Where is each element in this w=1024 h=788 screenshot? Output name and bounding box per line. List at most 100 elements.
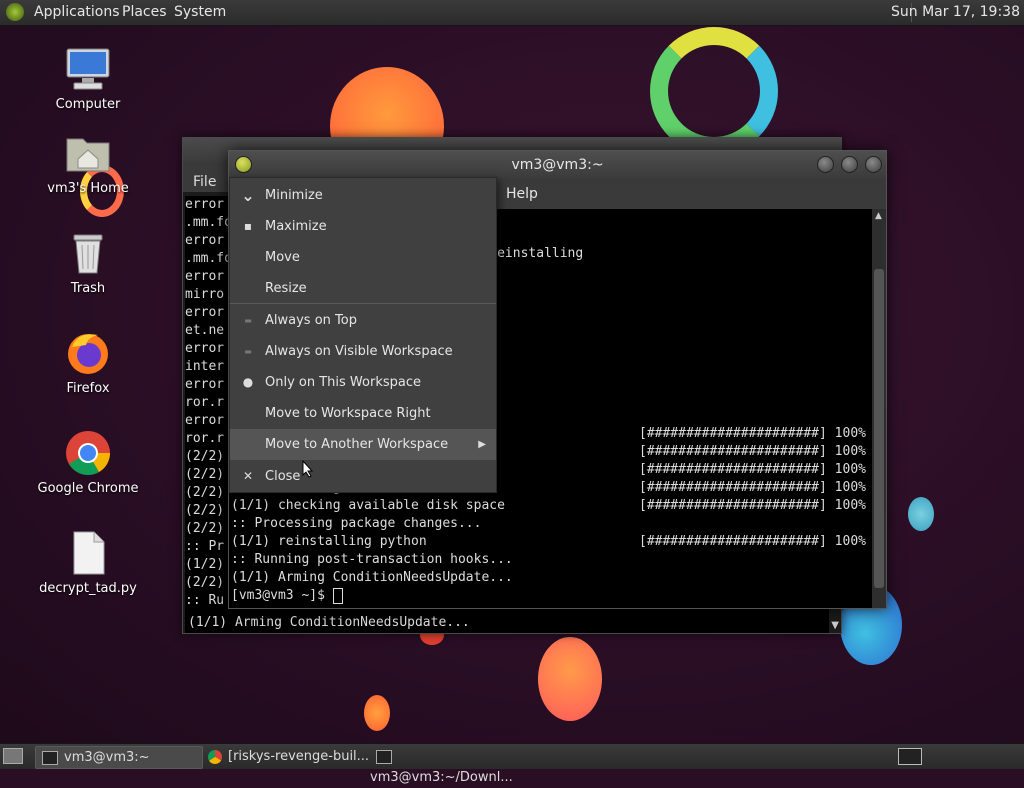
terminal-line: (1/1) checking available disk space [####… [229,497,872,515]
terminal-line-text: (1/1) reinstalling python [231,534,427,549]
scroll-up-arrow-icon[interactable]: ▲ [875,211,882,221]
file-icon [64,529,112,577]
desktop-icon-computer[interactable]: Computer [28,45,148,112]
maximize-icon: ▪ [243,219,253,233]
menu-item-label: Only on This Workspace [265,375,421,390]
menu-item-resize[interactable]: Resize [230,273,496,304]
menu-item-move-to-workspace-right[interactable]: Move to Workspace Right [230,398,496,429]
taskbar-task-terminal-downloads[interactable]: vm3@vm3:~/Downl... [370,746,540,785]
applications-menu[interactable]: Applications [34,4,120,20]
submenu-arrow-icon: ▶ [478,439,486,450]
firefox-icon [64,329,112,377]
taskbar-task-chrome[interactable]: [riskys-revenge-buil... [204,746,370,767]
terminal-line-text: :: Running post-transaction hooks... [231,552,513,567]
radio-selected-icon: ● [242,375,254,389]
desktop-icon-label: Google Chrome [37,481,139,496]
terminal-line-text: (1/1) checking available disk space [231,498,505,513]
show-desktop-icon[interactable] [3,748,23,764]
terminal-line: :: Running post-transaction hooks... [229,551,872,569]
minimize-icon: ⌄ [241,186,255,205]
taskbar: vm3@vm3:~ [riskys-revenge-buil... vm3@vm… [0,743,1024,785]
desktop-icon-label: Computer [55,97,121,112]
desktop-icon-label: decrypt_tad.py [39,581,137,596]
menu-item-label: Close [265,469,301,484]
distro-logo-icon[interactable] [6,3,24,21]
terminal-line-text: (1/1) Arming ConditionNeedsUpdate... [231,570,513,585]
home-folder-icon [64,129,112,177]
menu-item-label: Move [265,250,300,265]
menu-item-move-to-another-workspace[interactable]: Move to Another Workspace ▶ [230,429,496,460]
desktop-icon-home[interactable]: vm3's Home [28,129,148,196]
trash-icon [64,229,112,277]
desktop-icon-label: vm3's Home [47,181,129,196]
terminal-line: (1/1) Arming ConditionNeedsUpdate... [229,569,872,587]
workspace-switcher[interactable] [898,748,922,765]
window-title: vm3@vm3:~ [511,157,604,173]
decor-ring [650,27,778,155]
menu-item-always-on-top[interactable]: ▬ Always on Top [230,305,496,336]
terminal-scrollbar[interactable]: ▲ [872,209,886,608]
terminal-cursor [332,587,343,604]
taskbar-task-terminal[interactable]: vm3@vm3:~ [35,746,203,769]
menu-item-label: Maximize [265,219,327,234]
menu-item-label: Always on Top [265,313,357,328]
desktop-icon-file[interactable]: decrypt_tad.py [28,529,148,596]
help-menu[interactable]: Help [506,186,538,202]
mouse-cursor-icon [302,460,314,478]
terminal-icon [42,750,58,765]
close-icon: ✕ [242,469,254,483]
terminal-line-text: :: Processing package changes... [231,516,482,531]
desktop-icon-trash[interactable]: Trash [28,229,148,296]
close-button[interactable] [865,156,882,173]
menu-item-minimize[interactable]: ⌄ Minimize [230,180,496,211]
radio-icon: ▬ [244,347,252,356]
clock[interactable]: Sun Mar 17, 19:38 [891,4,1020,20]
terminal-line: [vm3@vm3 ~]$ [229,587,872,605]
scroll-down-arrow-icon[interactable]: ▼ [831,620,839,631]
window-context-menu: ⌄ Minimize ▪ Maximize Move Resize ▬ Always on T… [229,177,497,493]
desktop-icon-label: Trash [70,281,106,296]
scrollbar-thumb[interactable] [874,269,884,588]
terminal-line: (1/1) reinstalling python [##############… [229,533,872,551]
menu-item-always-on-visible-workspace[interactable]: ▬ Always on Visible Workspace [230,336,496,367]
progress-bar-text: [######################] 100% [639,480,866,495]
task-label: [riskys-revenge-buil... [228,749,370,764]
top-panel: Applications Places System Sun Mar 17, 1… [0,0,1024,26]
terminal-line: :: Processing package changes... [229,515,872,533]
menu-item-label: Always on Visible Workspace [265,344,453,359]
file-menu[interactable]: File [193,174,216,190]
menu-item-label: Move to Another Workspace [265,437,449,452]
desktop-icon-firefox[interactable]: Firefox [28,329,148,396]
desktop-icon-label: Firefox [66,381,110,396]
progress-bar-text: [######################] 100% [639,498,866,513]
minimize-button[interactable] [817,156,834,173]
progress-bar-text: [######################] 100% [639,444,866,459]
computer-icon [64,45,112,93]
menu-item-label: Move to Workspace Right [265,406,431,421]
menu-item-maximize[interactable]: ▪ Maximize [230,211,496,242]
terminal-line-text: [vm3@vm3 ~]$ [231,588,333,603]
menu-item-close[interactable]: ✕ Close [230,461,496,492]
chrome-icon [64,429,112,477]
decor-orange-blob-3 [364,695,390,731]
decor-orange-blob-2 [538,637,602,721]
chrome-icon [208,749,222,764]
menu-item-only-on-this-workspace[interactable]: ● Only on This Workspace [230,367,496,398]
desktop-icon-chrome[interactable]: Google Chrome [28,429,148,496]
progress-bar-text: [######################] 100% [639,462,866,477]
terminal-icon [376,749,392,764]
front-window-titlebar[interactable]: vm3@vm3:~ [229,151,886,179]
system-menu[interactable]: System [174,4,226,20]
task-label: vm3@vm3:~ [64,750,150,765]
menu-item-label: Minimize [265,188,323,203]
progress-bar-text: [######################] 100% [639,534,866,549]
task-label: vm3@vm3:~/Downl... [370,770,513,785]
progress-bar-text: [######################] 100% [639,426,866,441]
menu-item-move[interactable]: Move [230,242,496,273]
maximize-button[interactable] [841,156,858,173]
checkbox-icon: ▬ [244,316,252,325]
decor-teal-blob [908,497,934,531]
back-terminal-last-line: (1/1) Arming ConditionNeedsUpdate... [185,613,829,633]
places-menu[interactable]: Places [122,4,167,20]
menu-item-label: Resize [265,281,307,296]
